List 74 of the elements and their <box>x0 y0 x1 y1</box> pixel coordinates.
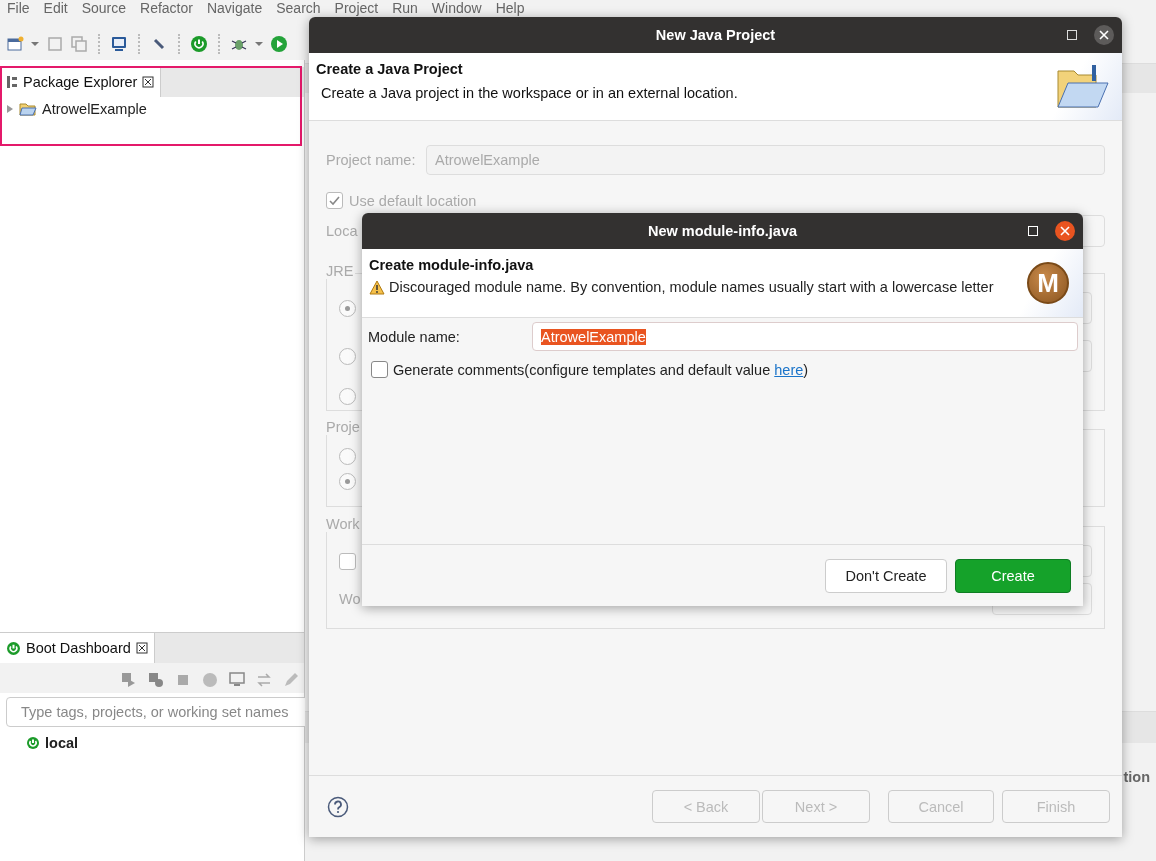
pencil-icon[interactable] <box>282 671 300 689</box>
project-name: AtrowelExample <box>42 101 147 117</box>
tab-label: Boot Dashboard <box>26 640 131 656</box>
help-icon <box>327 795 349 818</box>
group-label: Work <box>326 516 362 532</box>
module-name-field[interactable]: AtrowelExample <box>532 322 1078 351</box>
console-icon[interactable] <box>228 671 246 689</box>
menu-item[interactable]: Window <box>424 0 489 16</box>
tree-item[interactable]: AtrowelExample <box>0 97 304 121</box>
project-folder-icon <box>19 101 37 117</box>
view-tab[interactable]: Package Explorer <box>0 67 162 97</box>
window-title: New module-info.java <box>647 223 798 239</box>
new-window-icon[interactable] <box>6 35 24 53</box>
dialog-message: Create a Java project in the workspace or in an external location. <box>320 85 739 101</box>
warning-message: Discouraged module name. By convention, module names usually start with a lowercase letter <box>389 279 994 295</box>
checkbox[interactable] <box>339 552 356 570</box>
warning-icon <box>369 279 385 295</box>
tree-item[interactable]: local <box>0 731 304 755</box>
radio-button[interactable] <box>339 347 356 365</box>
sphere-icon[interactable] <box>201 671 219 689</box>
field-label: Module name: <box>368 328 461 345</box>
menu-item[interactable]: Edit <box>36 0 75 16</box>
save-all-icon[interactable] <box>70 35 88 53</box>
field-label: Loca <box>326 223 358 239</box>
window-title: New Java Project <box>655 27 776 43</box>
field-label: Project name: <box>326 152 417 168</box>
close-icon <box>135 642 148 654</box>
save-icon[interactable] <box>46 35 64 53</box>
create-button[interactable]: Create <box>955 558 1071 593</box>
maximize-button[interactable] <box>1025 223 1041 239</box>
menu-item[interactable]: Help <box>488 0 532 16</box>
debug-icon[interactable] <box>147 671 165 689</box>
maximize-button[interactable] <box>1064 27 1080 43</box>
swap-icon[interactable] <box>255 671 273 689</box>
menu-item[interactable]: Run <box>385 0 425 16</box>
radio-button[interactable] <box>339 388 356 405</box>
column-header: tion <box>1123 769 1150 785</box>
monitor-icon[interactable] <box>110 35 128 53</box>
close-icon <box>142 76 155 88</box>
dont-create-button[interactable]: Don't Create <box>825 558 947 593</box>
close-button[interactable] <box>1094 25 1114 45</box>
package-tree-icon <box>6 75 18 89</box>
group-label: JRE <box>326 263 356 279</box>
menu-item[interactable]: Source <box>74 0 134 16</box>
close-button[interactable] <box>1055 221 1075 241</box>
tab-label: Package Explorer <box>23 74 138 90</box>
module-badge: M <box>1027 262 1069 304</box>
group-label: Proje <box>326 419 362 435</box>
menu-item[interactable]: File <box>0 0 37 16</box>
folder-icon <box>1054 62 1110 111</box>
field-label: Wo <box>339 591 361 607</box>
radio-button[interactable] <box>339 299 356 317</box>
menu-item[interactable]: Refactor <box>133 0 200 16</box>
checkmark-icon <box>328 194 341 207</box>
menu-item[interactable]: Navigate <box>199 0 270 16</box>
checkbox-label: Generate comments(configure templates and default value here) <box>393 361 809 378</box>
view-tab[interactable]: Boot Dashboard <box>0 633 155 663</box>
menu-item[interactable]: Project <box>327 0 386 16</box>
checkbox-label: Use default location <box>349 192 477 209</box>
close-icon <box>1060 226 1070 236</box>
menu-item[interactable]: Search <box>269 0 328 16</box>
dialog-heading: Create module-info.java <box>369 257 535 273</box>
radio-button[interactable] <box>339 448 356 465</box>
radio-button[interactable] <box>339 473 356 490</box>
selected-text: AtrowelExample <box>541 328 646 345</box>
checkbox[interactable] <box>371 361 388 378</box>
dialog-heading: Create a Java Project <box>316 61 464 77</box>
spring-power-icon <box>6 640 21 656</box>
target-name: local <box>45 735 79 751</box>
run-icon[interactable] <box>270 35 288 53</box>
close-icon <box>1099 30 1109 40</box>
collapsed-arrow-icon <box>6 104 14 114</box>
spring-power-icon <box>190 35 208 53</box>
spring-power-icon <box>26 736 40 750</box>
